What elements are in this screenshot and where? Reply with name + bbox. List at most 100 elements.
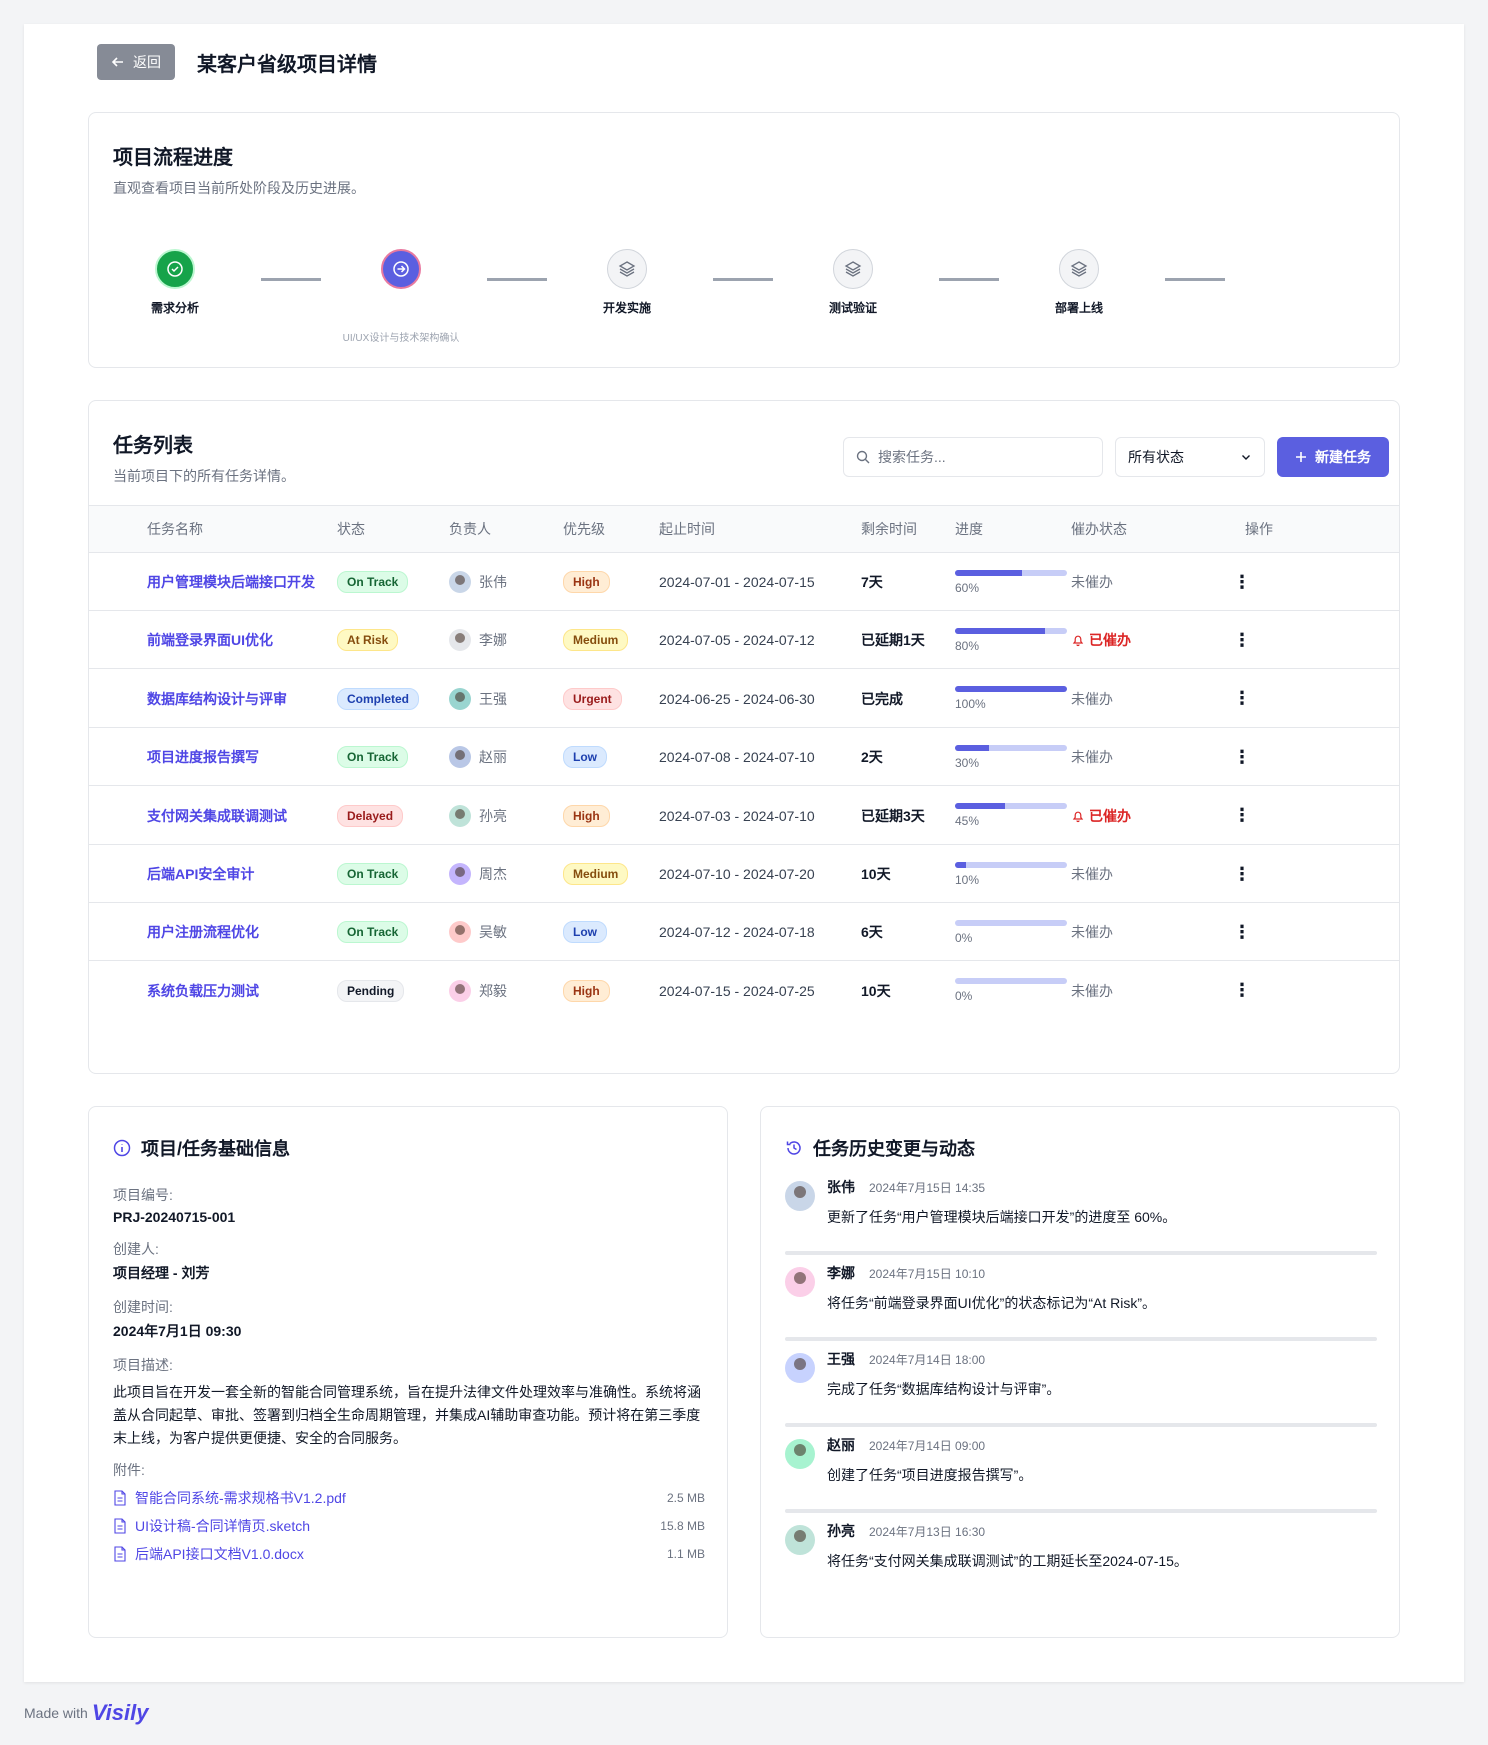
- made-with-label: Made with: [24, 1705, 88, 1721]
- progress-bar: 60%: [955, 569, 1067, 595]
- project-no-value: PRJ-20240715-001: [113, 1209, 236, 1225]
- attachment-item[interactable]: 后端API接口文档V1.0.docx 1.1 MB: [113, 1540, 705, 1568]
- attachment-name[interactable]: 后端API接口文档V1.0.docx: [135, 1544, 304, 1564]
- avatar: [449, 863, 471, 885]
- chevron-down-icon: [1242, 455, 1250, 460]
- attachment-item[interactable]: 智能合同系统-需求规格书V1.2.pdf 2.5 MB: [113, 1484, 705, 1512]
- step-deploy[interactable]: 部署上线: [1019, 249, 1139, 316]
- remind-status[interactable]: 未催办: [1071, 572, 1113, 592]
- progress-fill: [955, 861, 967, 868]
- step-requirements[interactable]: 需求分析: [115, 249, 235, 316]
- more-actions-icon[interactable]: ⋮: [1233, 864, 1251, 885]
- step-development[interactable]: 开发实施: [567, 249, 687, 316]
- table-row[interactable]: 后端API安全审计 On Track 周杰 Medium 2024-07-10 - 20…: [89, 845, 1399, 903]
- task-name-link[interactable]: 后端API安全审计: [147, 864, 254, 884]
- task-name-link[interactable]: 用户注册流程优化: [147, 922, 259, 942]
- more-actions-icon[interactable]: ⋮: [1233, 805, 1251, 826]
- priority-badge: Medium: [563, 629, 629, 652]
- step-testing[interactable]: 测试验证: [793, 249, 913, 316]
- task-name-link[interactable]: 前端登录界面UI优化: [147, 630, 273, 650]
- history-time: 2024年7月15日 14:35: [869, 1181, 986, 1195]
- brand-logo: Visily: [91, 1700, 149, 1725]
- priority-badge: Medium: [563, 863, 629, 885]
- info-icon: [113, 1139, 131, 1157]
- more-actions-icon[interactable]: ⋮: [1233, 747, 1251, 768]
- back-button-label: 返回: [133, 54, 161, 70]
- history-user: 孙亮: [827, 1523, 855, 1539]
- table-row[interactable]: 数据库结构设计与评审 Completed 王强 Urgent 2024-06-25 - …: [89, 670, 1399, 728]
- status-filter-select[interactable]: 所有状态: [1115, 437, 1265, 477]
- remind-status[interactable]: 未催办: [1071, 981, 1113, 1001]
- task-name-link[interactable]: 系统负载压力测试: [147, 981, 259, 1001]
- table-row[interactable]: 用户注册流程优化 On Track 吴敏 Low 2024-07-12 - 2024-0…: [89, 903, 1399, 962]
- task-name-link[interactable]: 项目进度报告撰写: [147, 747, 259, 767]
- date-range: 2024-07-08 - 2024-07-10: [659, 749, 815, 766]
- history-title-row: 任务历史变更与动态: [785, 1135, 975, 1161]
- layers-icon: [607, 249, 647, 289]
- more-actions-icon[interactable]: ⋮: [1233, 688, 1251, 709]
- page-frame: 返回 某客户省级项目详情 项目流程进度 直观查看项目当前所处阶段及历史进展。 需…: [24, 24, 1464, 1682]
- progress-percent: 80%: [955, 638, 980, 653]
- made-with-footer[interactable]: Made with Visily: [24, 1700, 148, 1726]
- avatar: [785, 1439, 815, 1469]
- layers-icon: [1059, 249, 1099, 289]
- progress-percent: 45%: [955, 814, 980, 829]
- search-icon: [856, 450, 870, 464]
- history-item: 赵丽 2024年7月14日 09:00 创建了任务“项目进度报告撰写”。: [785, 1435, 1377, 1513]
- remind-status[interactable]: 已催办: [1089, 630, 1131, 650]
- progress-bar: 10%: [955, 861, 1067, 887]
- step-connector: [939, 278, 999, 281]
- attachment-size: 2.5 MB: [666, 1491, 705, 1505]
- remind-status[interactable]: 已催办: [1089, 806, 1131, 826]
- new-task-button[interactable]: 新建任务: [1277, 437, 1389, 477]
- table-row[interactable]: 前端登录界面UI优化 At Risk 李娜 Medium 2024-07-05 - 20…: [89, 611, 1399, 670]
- arrow-left-icon: [111, 57, 123, 67]
- status-badge: On Track: [337, 746, 409, 769]
- history-user: 王强: [827, 1351, 855, 1367]
- attachment-name[interactable]: UI设计稿-合同详情页.sketch: [135, 1516, 310, 1536]
- history-time: 2024年7月13日 16:30: [869, 1525, 986, 1539]
- history-item: 张伟 2024年7月15日 14:35 更新了任务“用户管理模块后端接口开发”的进度…: [785, 1177, 1377, 1255]
- remind-status[interactable]: 未催办: [1071, 922, 1113, 942]
- search-input[interactable]: 搜索任务...: [843, 437, 1103, 477]
- more-actions-icon[interactable]: ⋮: [1233, 980, 1251, 1001]
- remaining-time: 10天: [861, 866, 891, 882]
- more-actions-icon[interactable]: ⋮: [1233, 630, 1251, 651]
- progress-card: 项目流程进度 直观查看项目当前所处阶段及历史进展。 需求分析 UI/UX设计与技…: [88, 112, 1400, 368]
- task-list-title: 任务列表: [113, 435, 193, 457]
- status-badge: On Track: [337, 863, 409, 885]
- task-name-link[interactable]: 数据库结构设计与评审: [147, 689, 287, 709]
- table-header: 任务名称 状态 负责人 优先级 起止时间 剩余时间 进度 催办状态 操作: [89, 505, 1399, 553]
- progress-bar: 45%: [955, 803, 1067, 828]
- created-value: 2024年7月1日 09:30: [113, 1323, 242, 1339]
- avatar: [449, 746, 471, 769]
- attachment-item[interactable]: UI设计稿-合同详情页.sketch 15.8 MB: [113, 1512, 705, 1540]
- status-badge: On Track: [337, 921, 409, 944]
- avatar: [785, 1353, 815, 1383]
- owner-name: 孙亮: [479, 807, 507, 824]
- table-row[interactable]: 支付网关集成联调测试 Delayed 孙亮 High 2024-07-03 - 2024…: [89, 787, 1399, 845]
- remind-status[interactable]: 未催办: [1071, 747, 1113, 767]
- remaining-time: 已延期3天: [861, 807, 925, 824]
- step-design[interactable]: UI/UX设计与技术架构确认: [341, 249, 461, 344]
- table-row[interactable]: 用户管理模块后端接口开发 On Track 张伟 High 2024-07-01 - 2…: [89, 553, 1399, 611]
- back-button[interactable]: 返回: [97, 44, 175, 80]
- remind-status[interactable]: 未催办: [1071, 689, 1113, 709]
- task-name-link[interactable]: 支付网关集成联调测试: [147, 806, 287, 826]
- history-text: 创建了任务“项目进度报告撰写”。: [827, 1467, 1033, 1483]
- date-range: 2024-07-01 - 2024-07-15: [659, 574, 815, 590]
- owner-name: 赵丽: [479, 749, 507, 766]
- remind-status[interactable]: 未催办: [1071, 864, 1113, 884]
- task-name-link[interactable]: 用户管理模块后端接口开发: [147, 572, 315, 592]
- table-row[interactable]: 项目进度报告撰写 On Track 赵丽 Low 2024-07-08 - 2024-0…: [89, 728, 1399, 787]
- more-actions-icon[interactable]: ⋮: [1233, 922, 1251, 943]
- more-actions-icon[interactable]: ⋮: [1233, 572, 1251, 593]
- progress-fill: [955, 803, 1006, 810]
- date-range: 2024-07-05 - 2024-07-12: [659, 632, 815, 649]
- attachment-name[interactable]: 智能合同系统-需求规格书V1.2.pdf: [135, 1488, 346, 1508]
- table-row[interactable]: 系统负载压力测试 Pending 郑毅 High 2024-07-15 - 2024-0…: [89, 962, 1399, 1020]
- step-label: 测试验证: [828, 301, 877, 315]
- owner-name: 王强: [479, 690, 507, 707]
- status-filter-value: 所有状态: [1128, 449, 1184, 465]
- remaining-time: 2天: [861, 749, 883, 766]
